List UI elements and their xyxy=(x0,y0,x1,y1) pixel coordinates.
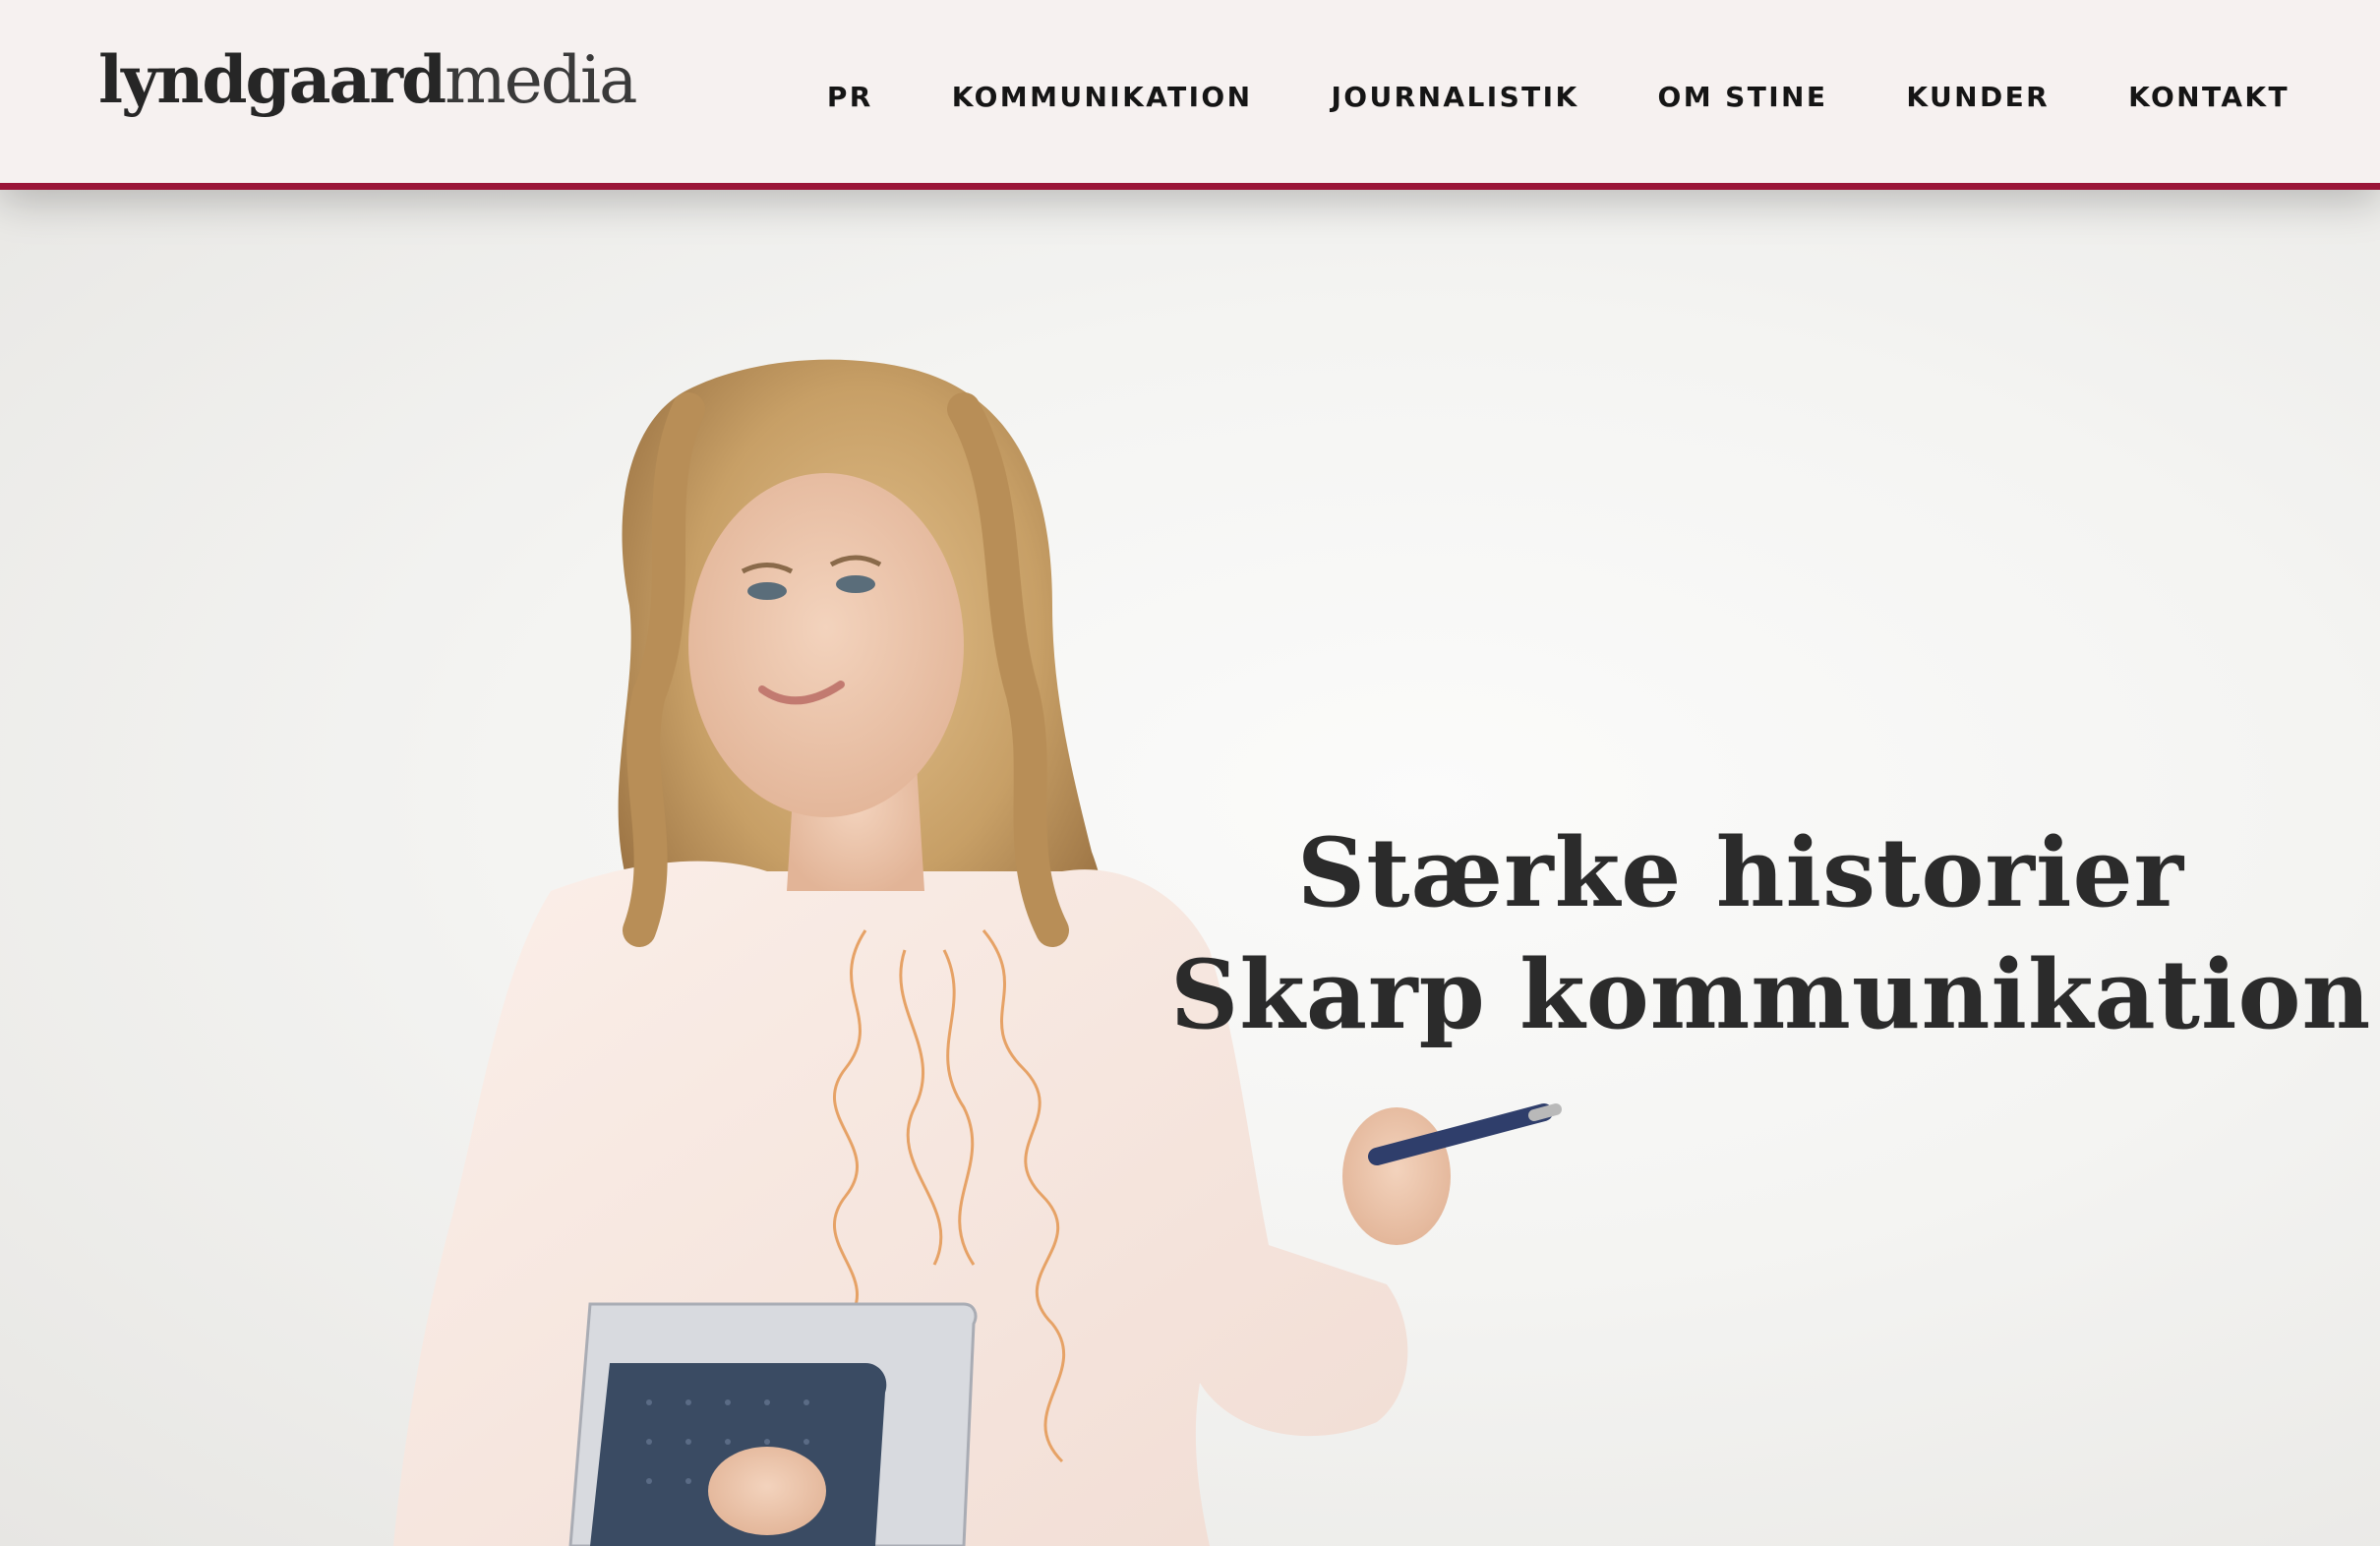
logo-bold-text: lyndgaard xyxy=(98,41,446,118)
hero-section: Stærke historier Skarp kommunikation xyxy=(0,183,2380,1546)
logo-light-text: media xyxy=(445,42,637,118)
nav-item-kommunikation[interactable]: KOMMUNIKATION xyxy=(952,81,1253,113)
hero-headline: Stærke historier Skarp kommunikation xyxy=(1170,812,2372,1056)
right-hand xyxy=(1342,1107,1451,1245)
nav-item-pr[interactable]: PR xyxy=(827,81,873,113)
left-hand xyxy=(708,1447,826,1535)
nav-item-om-stine[interactable]: OM STINE xyxy=(1658,81,1828,113)
main-nav: PR KOMMUNIKATION JOURNALISTIK OM STINE K… xyxy=(827,81,2290,113)
logo[interactable]: lyndgaardmedia xyxy=(98,47,638,113)
face xyxy=(688,473,964,817)
nav-item-kunder[interactable]: KUNDER xyxy=(1906,81,2050,113)
right-eye xyxy=(836,575,875,593)
left-eye xyxy=(747,582,787,600)
headline-line-1: Stærke historier xyxy=(1296,817,2185,928)
nav-item-kontakt[interactable]: KONTAKT xyxy=(2128,81,2290,113)
headline-line-2: Skarp kommunikation xyxy=(1170,939,2372,1050)
site-header: lyndgaardmedia PR KOMMUNIKATION JOURNALI… xyxy=(0,0,2380,190)
nav-item-journalistik[interactable]: JOURNALISTIK xyxy=(1331,81,1578,113)
